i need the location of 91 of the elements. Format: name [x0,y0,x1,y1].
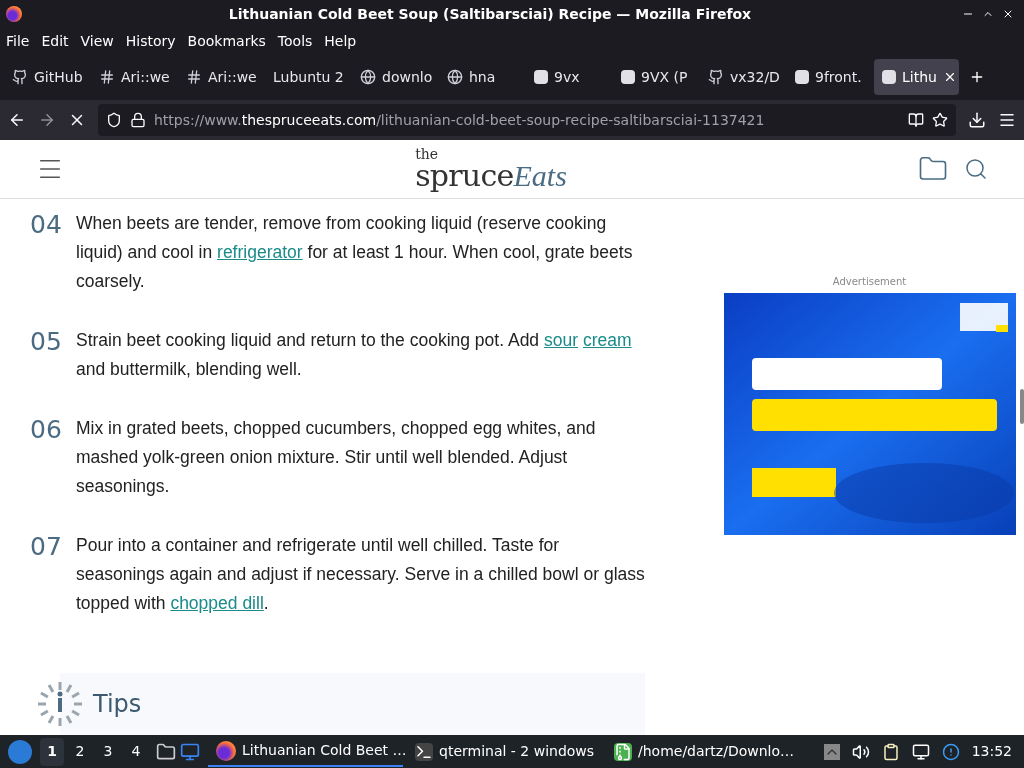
browser-tab[interactable]: 9VX (P [613,59,698,95]
step-link[interactable]: chopped dill [170,593,264,613]
step-number: 05 [30,326,63,358]
scrollbar-thumb[interactable] [1020,389,1024,424]
step-text: Mix in grated beets, chopped cucumbers, chopped egg whites, and mashed yolk-green onion mixture. Stir until well blended. Adjust seasonings. [76,417,597,498]
browser-tab[interactable]: hna [439,59,524,95]
forward-icon[interactable] [38,111,56,129]
task-label: qterminal - 2 windows [439,742,595,761]
workspace-button[interactable]: 3 [96,737,120,766]
tab-label: 9VX (P [641,67,688,87]
new-tab-icon[interactable] [969,69,985,85]
tab-label: Lubuntu 2 [273,67,344,87]
tab-label: Ari::we [208,67,257,87]
window-title: Lithuanian Cold Beet Soup (Saltibarsciai) Recipe — Mozilla Firefox [227,4,753,24]
step-text: When beets are tender, remove from cooking liquid (reserve cooking liquid) and cool in refrigerator for at least 1 hour. When cool, grate beets coarsely. [76,212,634,293]
tray-expand-icon[interactable] [823,743,840,760]
step-number: 06 [30,414,63,446]
browser-tab[interactable]: GitHub [4,59,89,95]
workspace-button[interactable]: 1 [40,737,64,766]
github-icon [12,69,28,85]
task-label: /home/dartz/Downlo… [638,742,795,761]
menu-icon[interactable] [998,111,1016,129]
globe-icon [360,69,376,85]
tab-label: Ari::we [121,67,170,87]
tab-label: Lithu [902,67,937,87]
archive-icon [614,742,632,761]
desktop-icon[interactable] [180,741,200,762]
tab-label: downlo [382,67,433,87]
volume-icon[interactable] [851,742,870,761]
globe-icon [447,69,463,85]
browser-tab[interactable]: vx32/D [700,59,785,95]
url-text: https://www.thespruceeats.com/lithuanian-cold-beet-soup-recipe-saltibarsciai-1137421 [154,110,765,130]
taskbar-task[interactable]: qterminal - 2 windows [407,736,602,767]
taskbar-task[interactable]: Lithuanian Cold Beet … [208,736,403,767]
browser-tab[interactable]: Ari::we [178,59,263,95]
firefox-icon [216,740,236,761]
address-bar[interactable]: https://www.thespruceeats.com/lithuanian-cold-beet-soup-recipe-saltibarsciai-1137421 [98,104,956,136]
browser-tab[interactable]: 9vx [526,59,611,95]
menu-item[interactable]: Edit [41,30,69,52]
menu-item[interactable]: Help [324,30,357,52]
step-text: Pour into a container and refrigerate until well chilled. Taste for seasonings again and adjust if necessary. Serve in a chilled bowl or glass topped with chopped dill. [76,534,645,615]
step-number: 04 [30,209,63,241]
shield-icon[interactable] [106,112,122,128]
site-logo[interactable]: the spruceEats [415,147,567,191]
menu-item[interactable]: History [125,30,176,52]
step-link[interactable]: cream [582,330,632,350]
site-icon [534,70,548,84]
menu-item[interactable]: Tools [277,30,313,52]
tab-label: 9front. [815,67,862,87]
tips-heading: Tips [93,689,142,720]
menu-item[interactable]: View [80,30,114,52]
browser-tab[interactable]: 9front. [787,59,872,95]
browser-tab[interactable]: Ari::we [91,59,176,95]
step-link[interactable]: sour [543,330,578,350]
workspace-button[interactable]: 2 [68,737,92,766]
start-menu-icon[interactable] [8,739,32,764]
taskbar-task[interactable]: /home/dartz/Downlo… [606,736,801,767]
step-text: Strain beet cooking liquid and return to the cooking pot. Add sour cream and buttermilk, blending well. [76,329,633,381]
firefox-icon [6,6,22,22]
info-icon [35,679,85,729]
site-icon [795,70,809,84]
github-icon [708,69,724,85]
back-icon[interactable] [8,111,26,129]
download-icon[interactable] [968,111,986,129]
browser-tab[interactable]: Lithu [874,59,959,95]
tab-label: hna [469,67,496,87]
tab-label: 9vx [554,67,580,87]
step-link[interactable]: refrigerator [217,242,303,262]
bookmark-star-icon[interactable] [932,112,948,128]
site-icon [882,70,896,84]
browser-tab[interactable]: Lubuntu 2 [265,59,350,95]
reader-icon[interactable] [908,112,924,128]
workspace-button[interactable]: 4 [124,737,148,766]
tab-label: GitHub [34,67,83,87]
terminal-icon [415,742,433,761]
hash-icon [186,69,202,85]
close-icon[interactable] [1002,8,1014,20]
lock-icon[interactable] [130,112,146,128]
browser-tab[interactable]: downlo [352,59,437,95]
search-icon[interactable] [964,157,988,181]
menu-item[interactable]: File [6,30,30,52]
tab-label: vx32/D [730,67,780,87]
step-number: 07 [30,531,63,563]
clipboard-icon[interactable] [881,742,900,761]
ad-label: Advertisement [832,275,907,289]
clock: 13:52 [971,742,1012,761]
site-icon [621,70,635,84]
menu-item[interactable]: Bookmarks [187,30,266,52]
notification-icon[interactable] [941,742,960,761]
hash-icon [99,69,115,85]
file-manager-icon[interactable] [156,741,176,762]
